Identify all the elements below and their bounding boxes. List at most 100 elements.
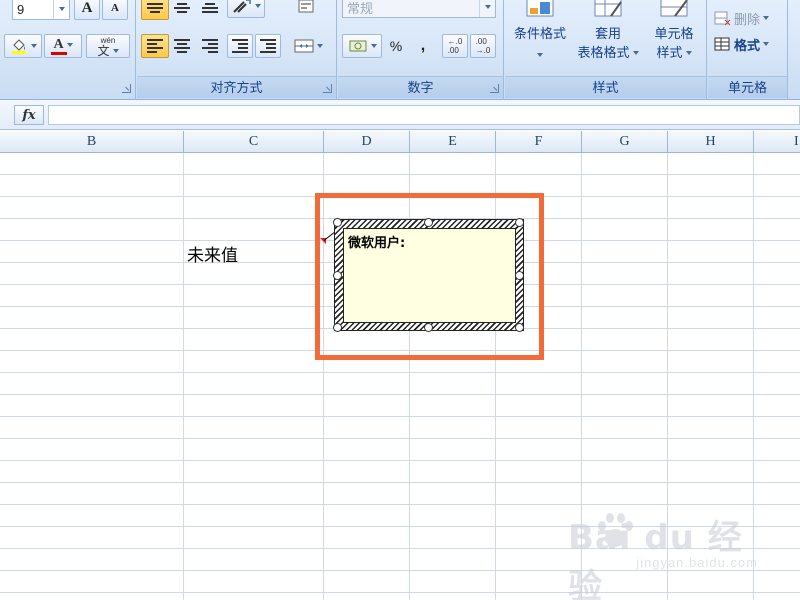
wrap-text-button[interactable] (293, 0, 319, 18)
wrap-text-icon (298, 0, 314, 13)
decrease-decimal-button[interactable]: .00 →.0 (470, 34, 496, 58)
column-header-h[interactable]: H (668, 131, 754, 153)
chevron-down-icon (58, 7, 65, 11)
delete-cells-icon (714, 11, 731, 26)
percent-style-button[interactable]: % (384, 34, 408, 58)
comma-style-button[interactable]: , (412, 34, 434, 58)
merge-cells-icon (294, 39, 313, 53)
shrink-font-button[interactable]: A (102, 0, 128, 20)
number-dialog-launcher[interactable] (490, 84, 499, 93)
number-format-dropdown[interactable] (479, 0, 495, 17)
comma-label: , (420, 37, 426, 54)
align-center-icon (174, 39, 190, 53)
increase-decimal-button[interactable]: ←.0 .00 (442, 34, 468, 58)
font-color-label: A (53, 36, 64, 52)
chevron-down-icon (66, 42, 73, 47)
chevron-down-icon (685, 50, 692, 55)
font-size-combo[interactable]: 9 (12, 0, 70, 20)
phonetic-button[interactable]: wén 文 (86, 34, 130, 58)
middle-align-button[interactable] (169, 0, 195, 20)
watermark-url: jingyan.baidu.com (636, 555, 758, 570)
column-header-f[interactable]: F (496, 131, 582, 153)
delete-cells-label: 删除 (734, 11, 761, 27)
conditional-formatting-button[interactable]: 条件格式 (507, 0, 573, 70)
number-format-value: 常规 (347, 0, 374, 16)
insert-function-button[interactable]: fx (14, 105, 44, 125)
number-format-combo[interactable]: 常规 (342, 0, 496, 18)
chevron-down-icon (112, 49, 119, 53)
align-left-button[interactable] (141, 34, 169, 58)
format-cells-icon (714, 37, 730, 51)
align-center-button[interactable] (169, 34, 195, 58)
align-right-icon (202, 39, 218, 53)
phonetic-bottom-label: 文 (97, 44, 110, 58)
grow-font-label: A (81, 0, 93, 16)
column-header-g[interactable]: G (582, 131, 668, 153)
conditional-format-icon (525, 0, 555, 20)
format-table-label-1: 套用 (594, 26, 621, 41)
shrink-font-label: A (111, 2, 119, 14)
align-left-icon (147, 39, 163, 53)
text-orientation-icon (232, 0, 251, 13)
chevron-down-icon (30, 44, 37, 48)
chevron-down-icon (537, 53, 543, 57)
cell-styles-icon (659, 0, 689, 20)
styles-group-label: 样式 (505, 76, 706, 98)
font-color-button[interactable]: A (44, 34, 82, 58)
column-header-e[interactable]: E (410, 131, 496, 153)
cell-styles-button[interactable]: 单元格 样式 (641, 0, 707, 70)
bottom-align-button[interactable] (197, 0, 223, 20)
delete-cells-button[interactable]: 删除 (712, 6, 784, 30)
decrease-indent-button[interactable] (227, 34, 253, 58)
font-color-swatch (51, 51, 67, 55)
conditional-format-label: 条件格式 (513, 26, 566, 41)
column-header-b[interactable]: B (0, 131, 184, 153)
align-right-button[interactable] (197, 34, 223, 58)
number-group-label: 数字 (338, 76, 503, 98)
font-size-value: 9 (17, 1, 25, 17)
align-top-icon (147, 3, 163, 13)
cell-c5[interactable]: 未来值 (187, 241, 238, 266)
column-header-d[interactable]: D (324, 131, 410, 153)
cell-styles-label-1: 单元格 (654, 26, 694, 41)
chevron-down-icon (370, 44, 377, 48)
ribbon: 9 A A A wén 文 对齐方式 常规 % , ←.0 .00 .00 →.… (0, 0, 800, 100)
font-group: 9 A A A wén 文 (0, 0, 136, 100)
fill-bucket-icon (11, 39, 26, 54)
alignment-dialog-launcher[interactable] (323, 84, 332, 93)
font-dialog-launcher[interactable] (122, 84, 131, 93)
chevron-down-icon (632, 50, 639, 55)
accounting-format-button[interactable] (342, 34, 382, 58)
format-table-icon (593, 0, 623, 20)
increase-decimal-label: ←.0 .00 (447, 37, 463, 55)
grow-font-button[interactable]: A (74, 0, 100, 20)
top-align-button[interactable] (141, 0, 169, 20)
alignment-group: 对齐方式 (137, 0, 337, 100)
column-header-c[interactable]: C (184, 131, 324, 153)
column-header-i[interactable]: I (754, 131, 800, 153)
format-cells-label: 格式 (734, 37, 761, 53)
chevron-down-icon (763, 16, 770, 20)
orientation-button[interactable] (227, 0, 265, 18)
format-as-table-button[interactable]: 套用 表格格式 (575, 0, 641, 70)
format-cells-button[interactable]: 格式 (712, 32, 784, 56)
alignment-group-label: 对齐方式 (137, 76, 336, 98)
font-size-dropdown[interactable] (53, 0, 69, 19)
fx-label: fx (22, 107, 36, 123)
cells-group: 删除 格式 单元格 (708, 0, 788, 100)
decrease-decimal-label: .00 →.0 (475, 37, 491, 55)
chevron-down-icon (254, 4, 261, 8)
cell-styles-label-2: 样式 (656, 45, 683, 60)
increase-indent-icon (260, 39, 276, 53)
increase-indent-button[interactable] (255, 34, 281, 58)
align-middle-icon (174, 3, 190, 13)
formula-bar: fx (0, 100, 800, 130)
decrease-indent-icon (232, 39, 248, 53)
baidu-watermark: Bai du 经验 jingyan.baidu.com (568, 510, 758, 600)
highlight-annotation (315, 193, 544, 360)
number-group: 常规 % , ←.0 .00 .00 →.0 数字 (338, 0, 504, 100)
fill-color-button[interactable] (4, 34, 42, 58)
merge-center-button[interactable] (289, 34, 327, 58)
formula-input[interactable] (48, 105, 800, 125)
format-table-label-2: 表格格式 (577, 45, 630, 60)
